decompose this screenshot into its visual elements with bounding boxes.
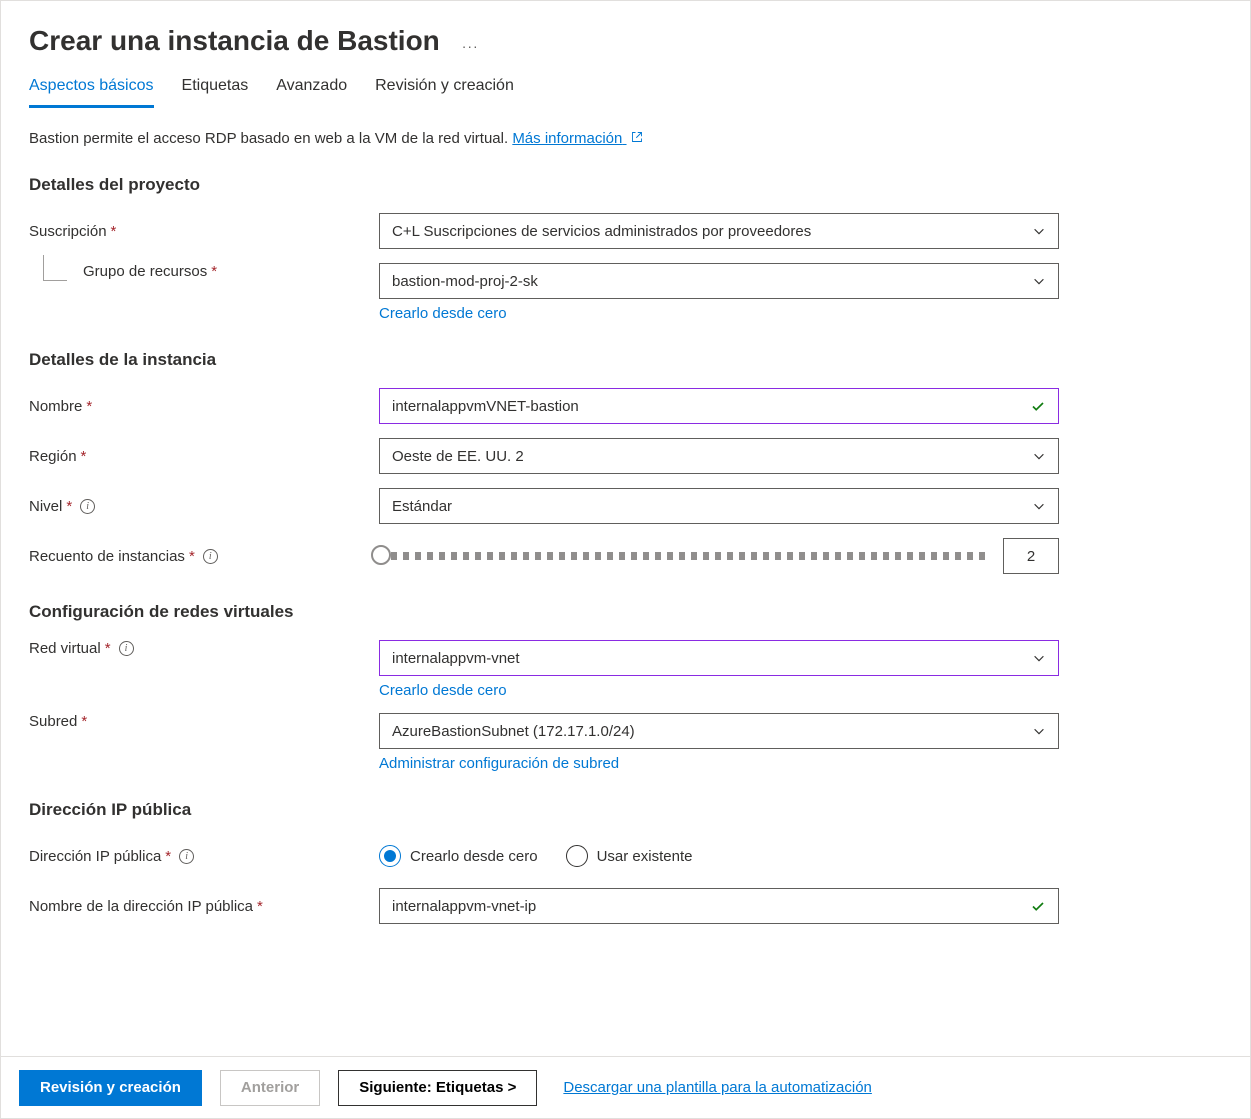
vnet-select[interactable]: internalappvm-vnet xyxy=(379,640,1059,676)
subnet-label: Subred xyxy=(29,713,77,730)
required-star: * xyxy=(66,498,72,515)
info-icon[interactable]: i xyxy=(179,849,194,864)
tab-basics[interactable]: Aspectos básicos xyxy=(29,77,154,108)
required-star: * xyxy=(257,898,263,915)
required-star: * xyxy=(105,640,111,657)
next-button[interactable]: Siguiente: Etiquetas > xyxy=(338,1070,537,1106)
section-public-ip-title: Dirección IP pública xyxy=(29,800,1222,820)
subscription-label: Suscripción xyxy=(29,223,107,240)
required-star: * xyxy=(189,548,195,565)
page-title: Crear una instancia de Bastion xyxy=(29,25,440,57)
intro-text: Bastion permite el acceso RDP basado en … xyxy=(29,130,1222,147)
region-label: Región xyxy=(29,448,77,465)
public-ip-name-input[interactable]: internalappvm-vnet-ip xyxy=(379,888,1059,924)
create-vnet-link[interactable]: Crearlo desde cero xyxy=(379,682,507,699)
public-ip-existing-radio[interactable]: Usar existente xyxy=(566,845,693,867)
instance-count-slider[interactable] xyxy=(379,552,989,560)
region-select[interactable]: Oeste de EE. UU. 2 xyxy=(379,438,1059,474)
more-actions-button[interactable]: ··· xyxy=(458,34,483,58)
resource-group-label: Grupo de recursos xyxy=(83,263,207,280)
subscription-select[interactable]: C+L Suscripciones de servicios administr… xyxy=(379,213,1059,249)
info-icon[interactable]: i xyxy=(203,549,218,564)
slider-thumb[interactable] xyxy=(371,545,391,565)
instance-count-label: Recuento de instancias xyxy=(29,548,185,565)
more-info-link[interactable]: Más información xyxy=(512,130,642,147)
external-link-icon xyxy=(631,131,643,143)
instance-count-value[interactable]: 2 xyxy=(1003,538,1059,574)
name-label: Nombre xyxy=(29,398,82,415)
public-ip-create-radio[interactable]: Crearlo desde cero xyxy=(379,845,538,867)
tab-review-create[interactable]: Revisión y creación xyxy=(375,77,514,108)
chevron-down-icon xyxy=(1032,274,1046,288)
radio-icon xyxy=(379,845,401,867)
tier-select[interactable]: Estándar xyxy=(379,488,1059,524)
vnet-label: Red virtual xyxy=(29,640,101,657)
required-star: * xyxy=(81,713,87,730)
required-star: * xyxy=(165,848,171,865)
info-icon[interactable]: i xyxy=(80,499,95,514)
section-instance-title: Detalles de la instancia xyxy=(29,350,1222,370)
check-icon xyxy=(1030,898,1046,914)
name-input[interactable]: internalappvmVNET-bastion xyxy=(379,388,1059,424)
tree-indent-line xyxy=(43,255,67,281)
footer-bar: Revisión y creación Anterior Siguiente: … xyxy=(1,1056,1250,1118)
radio-icon xyxy=(566,845,588,867)
download-template-link[interactable]: Descargar una plantilla para la automati… xyxy=(563,1079,872,1096)
resource-group-select[interactable]: bastion-mod-proj-2-sk xyxy=(379,263,1059,299)
tier-label: Nivel xyxy=(29,498,62,515)
public-ip-label: Dirección IP pública xyxy=(29,848,161,865)
required-star: * xyxy=(211,263,217,280)
create-resource-group-link[interactable]: Crearlo desde cero xyxy=(379,305,507,322)
section-project-title: Detalles del proyecto xyxy=(29,175,1222,195)
required-star: * xyxy=(81,448,87,465)
info-icon[interactable]: i xyxy=(119,641,134,656)
chevron-down-icon xyxy=(1032,224,1046,238)
tab-bar: Aspectos básicos Etiquetas Avanzado Revi… xyxy=(29,77,1222,108)
previous-button: Anterior xyxy=(220,1070,320,1106)
chevron-down-icon xyxy=(1032,499,1046,513)
chevron-down-icon xyxy=(1032,651,1046,665)
public-ip-name-label: Nombre de la dirección IP pública xyxy=(29,898,253,915)
required-star: * xyxy=(111,223,117,240)
tab-tags[interactable]: Etiquetas xyxy=(182,77,249,108)
subnet-select[interactable]: AzureBastionSubnet (172.17.1.0/24) xyxy=(379,713,1059,749)
required-star: * xyxy=(86,398,92,415)
manage-subnet-link[interactable]: Administrar configuración de subred xyxy=(379,755,619,772)
tab-advanced[interactable]: Avanzado xyxy=(276,77,347,108)
chevron-down-icon xyxy=(1032,724,1046,738)
chevron-down-icon xyxy=(1032,449,1046,463)
check-icon xyxy=(1030,398,1046,414)
review-create-button[interactable]: Revisión y creación xyxy=(19,1070,202,1106)
section-vnet-title: Configuración de redes virtuales xyxy=(29,602,1222,622)
